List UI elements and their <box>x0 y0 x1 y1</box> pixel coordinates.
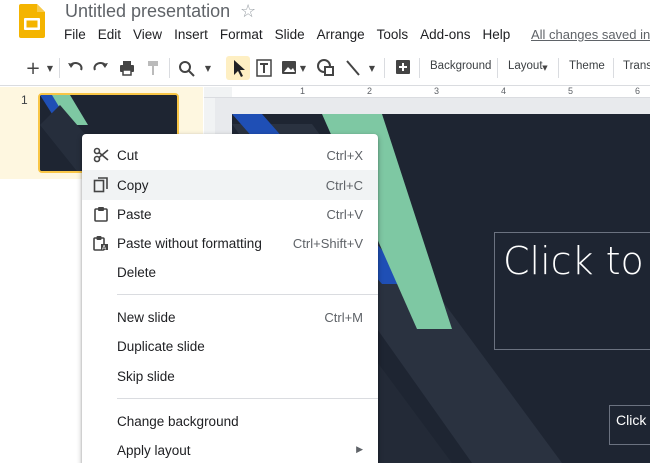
zoom-dropdown-icon[interactable]: ▼ <box>202 57 214 79</box>
menu-item-shortcut: Ctrl+M <box>324 309 363 325</box>
add-comment-icon[interactable] <box>394 57 412 79</box>
new-slide-plus-icon[interactable]: + <box>24 57 42 79</box>
menu-item-label: Duplicate slide <box>117 338 205 354</box>
copy-icon <box>93 177 108 193</box>
ruler-mark: 4 <box>501 86 507 96</box>
menu-item-label: Change background <box>117 413 239 429</box>
horizontal-ruler: 1 2 3 4 5 6 <box>204 86 650 98</box>
menu-item-shortcut: Ctrl+X <box>326 147 363 163</box>
menu-item-copy[interactable]: Copy Ctrl+C <box>82 170 378 200</box>
save-status-link[interactable]: All changes saved in <box>531 27 650 42</box>
menu-divider <box>117 398 378 399</box>
menu-item-delete[interactable]: Delete <box>82 257 378 287</box>
line-icon[interactable] <box>344 57 362 79</box>
menu-view[interactable]: View <box>127 26 168 46</box>
new-slide-dropdown-icon[interactable]: ▼ <box>44 57 56 79</box>
menu-item-shortcut: Ctrl+C <box>325 177 363 193</box>
redo-icon[interactable] <box>92 57 110 79</box>
slides-logo-icon[interactable] <box>19 4 45 38</box>
menu-edit[interactable]: Edit <box>92 26 127 46</box>
image-icon[interactable] <box>280 57 298 79</box>
slides-app: Untitled presentation ☆ File Edit View I… <box>0 0 650 463</box>
menu-divider <box>117 294 378 295</box>
menu-tools[interactable]: Tools <box>371 26 415 46</box>
toolbar-divider <box>419 58 420 78</box>
undo-icon[interactable] <box>66 57 84 79</box>
toolbar-divider <box>613 58 614 78</box>
menu-item-shortcut: Ctrl+V <box>326 206 363 222</box>
theme-button[interactable]: Theme <box>569 60 605 72</box>
transition-button[interactable]: Trans <box>623 60 650 72</box>
clipboard-icon <box>94 207 108 222</box>
menu-format[interactable]: Format <box>214 26 269 46</box>
slide-number: 1 <box>21 93 28 107</box>
menu-item-label: Copy <box>117 177 149 193</box>
ruler-active-range <box>232 87 650 97</box>
menu-arrange[interactable]: Arrange <box>311 26 371 46</box>
menu-item-cut[interactable]: Cut Ctrl+X <box>82 140 378 170</box>
ruler-mark: 1 <box>300 86 306 96</box>
layout-button[interactable]: Layout <box>508 60 543 72</box>
document-title[interactable]: Untitled presentation <box>65 1 230 22</box>
menu-item-label: New slide <box>117 309 176 325</box>
toolbar-divider <box>169 58 170 78</box>
image-dropdown-icon[interactable]: ▼ <box>298 57 308 79</box>
print-icon[interactable] <box>118 57 136 79</box>
scissors-icon <box>93 147 109 163</box>
menu-item-paste[interactable]: Paste Ctrl+V <box>82 199 378 229</box>
app-header: Untitled presentation ☆ File Edit View I… <box>0 0 650 50</box>
menu-slide[interactable]: Slide <box>269 26 311 46</box>
menu-addons[interactable]: Add-ons <box>414 26 476 46</box>
context-menu: Cut Ctrl+X Copy Ctrl+C Paste Ctrl+V A Pa… <box>82 134 378 463</box>
menu-item-label: Paste <box>117 206 152 222</box>
ruler-mark: 5 <box>568 86 574 96</box>
menu-item-paste-without-formatting[interactable]: A Paste without formatting Ctrl+Shift+V <box>82 228 378 258</box>
toolbar-divider <box>384 58 385 78</box>
menu-help[interactable]: Help <box>476 26 516 46</box>
toolbar-divider <box>497 58 498 78</box>
menu-file[interactable]: File <box>58 26 92 46</box>
ruler-mark: 3 <box>434 86 440 96</box>
toolbar-divider <box>558 58 559 78</box>
subtitle-placeholder-box[interactable]: Click to <box>609 405 650 445</box>
layout-dropdown-icon[interactable]: ▼ <box>540 57 550 79</box>
menu-item-new-slide[interactable]: New slide Ctrl+M <box>82 302 378 332</box>
title-placeholder-box[interactable]: Click to <box>494 232 650 350</box>
paste-plain-icon: A <box>93 236 108 251</box>
toolbar-divider <box>59 58 60 78</box>
select-cursor-icon[interactable] <box>229 57 247 79</box>
menu-item-shortcut: Ctrl+Shift+V <box>292 235 363 251</box>
title-placeholder[interactable]: Click to <box>503 239 644 283</box>
menu-bar: File Edit View Insert Format Slide Arran… <box>58 26 516 46</box>
ruler-mark: 2 <box>367 86 373 96</box>
menu-item-label: Skip slide <box>117 368 175 384</box>
toolbar: + ▼ ▼ ▼ ▼ Background Layout ▼ Theme Tran… <box>0 50 650 86</box>
menu-item-label: Cut <box>117 147 139 163</box>
menu-item-label: Paste without formatting <box>117 235 262 251</box>
menu-item-duplicate-slide[interactable]: Duplicate slide <box>82 331 378 361</box>
menu-item-change-background[interactable]: Change background <box>82 406 378 436</box>
zoom-icon[interactable] <box>178 57 196 79</box>
subtitle-placeholder[interactable]: Click to <box>616 412 650 428</box>
paint-format-icon[interactable] <box>145 57 161 79</box>
menu-insert[interactable]: Insert <box>168 26 214 46</box>
shape-icon[interactable] <box>316 57 336 79</box>
menu-item-apply-layout[interactable]: Apply layout ▶ <box>82 435 378 463</box>
submenu-arrow-icon: ▶ <box>356 445 363 455</box>
text-box-icon[interactable] <box>255 57 273 79</box>
ruler-mark: 6 <box>635 86 641 96</box>
menu-item-label: Delete <box>117 264 157 280</box>
background-button[interactable]: Background <box>430 60 491 72</box>
menu-item-label: Apply layout <box>117 442 191 458</box>
line-dropdown-icon[interactable]: ▼ <box>367 57 377 79</box>
menu-item-skip-slide[interactable]: Skip slide <box>82 361 378 391</box>
star-icon[interactable]: ☆ <box>240 1 256 22</box>
